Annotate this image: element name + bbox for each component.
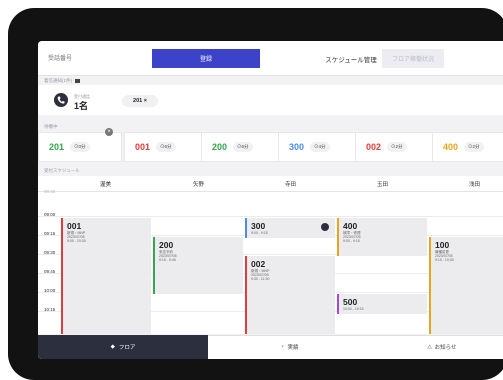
appointment-line: 9:00 - 9:15 bbox=[251, 231, 268, 235]
waiting-code: 200 bbox=[212, 142, 228, 152]
waiting-time: ⊙0分 bbox=[70, 142, 90, 152]
time-label: 10:00 bbox=[44, 288, 56, 293]
waiting-code: 001 bbox=[135, 142, 151, 152]
appointment-line: 9:15 - 9:45 bbox=[159, 258, 176, 262]
staff-name: 寺田 bbox=[285, 182, 297, 188]
time-label: 09:45 bbox=[44, 269, 56, 274]
top-bar: 登録 スケジュール管理 フロア稼働状況 bbox=[38, 41, 503, 76]
phone-icon bbox=[321, 223, 329, 231]
waiting-code: 300 bbox=[289, 142, 305, 152]
tablet-device: 登録 スケジュール管理 フロア稼働状況 着信通知(1件) 受付通話 1名 201… bbox=[8, 8, 503, 380]
waiting-code: 400 bbox=[443, 142, 459, 152]
waiting-card[interactable]: 200 ⊙6分 bbox=[201, 132, 285, 162]
waiting-card[interactable]: 001 ⊙6分 bbox=[124, 132, 208, 162]
nav-floor-label: フロア bbox=[118, 345, 136, 351]
grid-line bbox=[38, 216, 503, 217]
appointment-code: 400 bbox=[343, 221, 358, 231]
phone-icon[interactable] bbox=[54, 93, 68, 107]
appointment-card[interactable]: 300 9:00 - 9:15 bbox=[245, 218, 335, 238]
waiting-time: ⊙2分 bbox=[464, 142, 484, 152]
incoming-chip-201[interactable]: 201 × bbox=[122, 95, 158, 107]
waiting-card[interactable]: 300 ⊙4分 bbox=[278, 132, 362, 162]
waiting-card[interactable]: 400 ⊙2分 bbox=[432, 132, 503, 162]
appointment-color-bar bbox=[337, 218, 339, 256]
waiting-card[interactable]: 201 ⊙0分 × bbox=[38, 128, 122, 162]
waiting-code: 002 bbox=[366, 142, 382, 152]
appointment-line: 9:00 - 9:15 bbox=[343, 239, 360, 243]
appointment-color-bar bbox=[245, 218, 247, 238]
appointment-card[interactable]: 002 新規・MNP 2023/07/05 9:30 - 11:30 bbox=[245, 256, 335, 334]
appointment-card[interactable]: 001 新規・MNP 2023/07/05 9:00 - 10:30 bbox=[61, 218, 151, 334]
person-icon: ♀ bbox=[280, 344, 285, 350]
staff-name: 矢野 bbox=[193, 182, 205, 188]
notification-icon bbox=[75, 78, 81, 83]
appointment-line: 10:00 - 10:15 bbox=[343, 307, 364, 311]
staff-name: 玉田 bbox=[377, 182, 389, 188]
schedule-section-label: 受付スケジュール bbox=[44, 168, 80, 173]
nav-staff-label: 実績 bbox=[287, 345, 299, 351]
appointment-card[interactable]: 100 機種変更 2023/07/05 9:15 - 10:30 bbox=[429, 237, 503, 334]
appointment-color-bar bbox=[337, 294, 339, 314]
time-label: 10:15 bbox=[44, 307, 56, 312]
time-label-faded: 08:45 bbox=[44, 189, 56, 194]
waiting-time: ⊙2分 bbox=[387, 142, 407, 152]
appointment-code: 200 bbox=[159, 240, 174, 250]
schedule-grid: 08:45 09:00 09:15 09:30 09:45 10:00 10:1… bbox=[38, 189, 503, 334]
staff-name: 渥美 bbox=[100, 182, 112, 188]
time-label: 09:30 bbox=[44, 250, 56, 255]
waiting-time: ⊙6分 bbox=[156, 142, 176, 152]
waiting-time: ⊙4分 bbox=[310, 142, 330, 152]
reception-card bbox=[38, 85, 503, 115]
waiting-time: ⊙6分 bbox=[233, 142, 253, 152]
appointment-code: 100 bbox=[435, 240, 450, 250]
waiting-card[interactable]: 002 ⊙2分 bbox=[355, 132, 439, 162]
appointment-color-bar bbox=[61, 218, 63, 334]
time-label: 09:00 bbox=[44, 212, 56, 217]
nav-floor[interactable]: ◆ フロア bbox=[38, 335, 208, 359]
waiting-section-label: 待機中 bbox=[44, 124, 58, 129]
register-button[interactable]: 登録 bbox=[152, 49, 260, 68]
device-frame: 登録 スケジュール管理 フロア稼働状況 着信通知(1件) 受付通話 1名 201… bbox=[0, 0, 503, 380]
close-icon[interactable]: × bbox=[105, 128, 113, 136]
appointment-line: 9:30 - 11:30 bbox=[251, 277, 270, 281]
appointment-color-bar bbox=[429, 237, 431, 334]
floor-icon: ◆ bbox=[110, 344, 115, 350]
appointment-card[interactable]: 400 故障・修理 2023/07/05 9:00 - 9:15 bbox=[337, 218, 427, 256]
appointment-code: 300 bbox=[251, 221, 266, 231]
phone-number-input[interactable] bbox=[44, 49, 152, 68]
tab-floor-status[interactable]: フロア稼働状況 bbox=[382, 49, 444, 68]
time-label: 09:15 bbox=[44, 231, 56, 236]
nav-notice-label: お知らせ bbox=[434, 345, 457, 351]
nav-staff[interactable]: ♀ 実績 bbox=[208, 335, 371, 359]
appointment-card[interactable]: 500 10:00 - 10:15 bbox=[337, 294, 427, 314]
appointment-code: 500 bbox=[343, 297, 358, 307]
appointment-line: 9:00 - 10:30 bbox=[67, 239, 86, 243]
appointment-code: 002 bbox=[251, 259, 266, 269]
call-count: 1名 bbox=[74, 101, 89, 111]
appointment-color-bar bbox=[153, 237, 155, 294]
waiting-code: 201 bbox=[49, 142, 65, 152]
app-screen: 登録 スケジュール管理 フロア稼働状況 着信通知(1件) 受付通話 1名 201… bbox=[38, 41, 503, 359]
appointment-line: 9:15 - 10:30 bbox=[435, 258, 454, 262]
tab-schedule-management[interactable]: スケジュール管理 bbox=[320, 49, 382, 68]
appointment-card[interactable]: 200 来店予約 2023/07/05 9:15 - 9:45 bbox=[153, 237, 243, 294]
appointment-code: 001 bbox=[67, 221, 82, 231]
reception-section-label: 着信通知(1件) bbox=[44, 78, 81, 84]
bell-icon: △ bbox=[427, 344, 432, 350]
appointment-color-bar bbox=[245, 256, 247, 334]
staff-name: 浅田 bbox=[469, 182, 481, 188]
nav-notice[interactable]: △ お知らせ bbox=[371, 335, 503, 359]
